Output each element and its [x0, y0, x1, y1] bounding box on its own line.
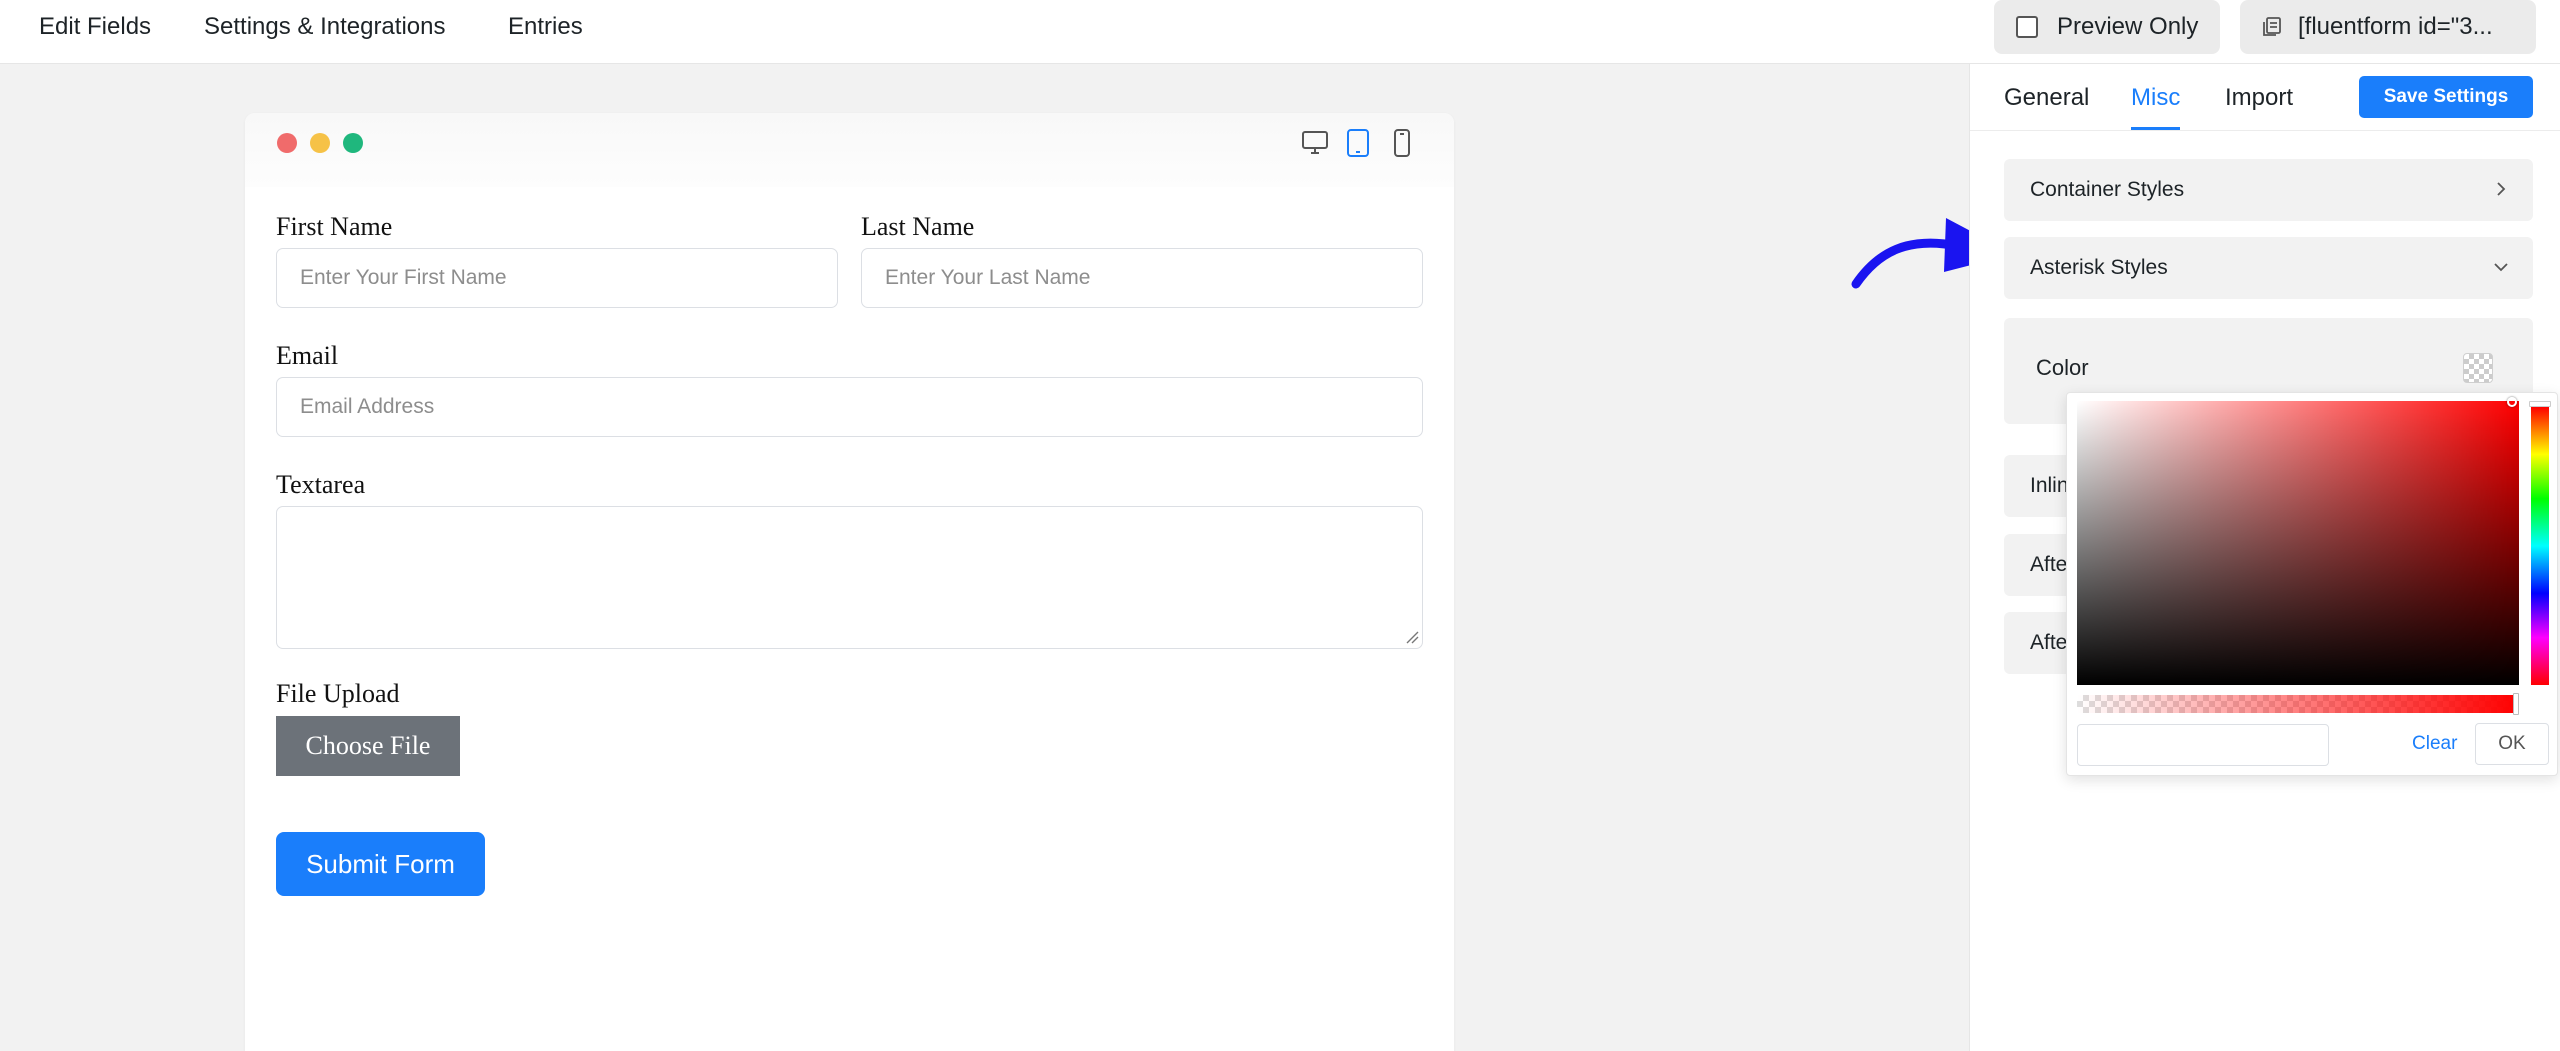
shortcode-label: [fluentform id="3...	[2298, 13, 2493, 40]
asterisk-styles-accordion[interactable]: Asterisk Styles	[2004, 237, 2533, 299]
container-styles-label: Container Styles	[2030, 178, 2185, 201]
color-label: Color	[2036, 355, 2089, 380]
tab-divider	[1970, 130, 2560, 131]
asterisk-styles-label: Asterisk Styles	[2030, 256, 2168, 279]
chevron-down-icon	[2494, 263, 2508, 272]
tab-misc[interactable]: Misc	[2131, 84, 2180, 112]
preview-only-toggle[interactable]: Preview Only	[1994, 0, 2220, 54]
save-settings-button[interactable]: Save Settings	[2359, 76, 2533, 118]
mobile-icon[interactable]	[1392, 128, 1412, 158]
window-close-dot	[277, 133, 297, 153]
textarea-label: Textarea	[276, 470, 366, 499]
window-minimize-dot	[310, 133, 330, 153]
color-picker-popup: Clear OK	[2066, 392, 2558, 776]
tablet-icon[interactable]	[1346, 128, 1370, 158]
last-name-input[interactable]	[861, 248, 1423, 308]
color-swatch-button[interactable]	[2463, 353, 2493, 383]
copy-icon	[2263, 17, 2281, 36]
email-label: Email	[276, 341, 339, 370]
shortcode-copy-button[interactable]: [fluentform id="3...	[2240, 0, 2536, 54]
nav-settings-integrations[interactable]: Settings & Integrations	[204, 13, 445, 41]
saturation-value-panel[interactable]	[2077, 401, 2519, 685]
window-maximize-dot	[343, 133, 363, 153]
choose-file-button[interactable]: Choose File	[276, 716, 460, 776]
resize-grip-icon[interactable]	[1405, 630, 1419, 644]
color-hex-input[interactable]	[2077, 724, 2329, 766]
preview-window-header	[245, 113, 1454, 187]
alpha-thumb[interactable]	[2513, 693, 2519, 715]
first-name-input[interactable]	[276, 248, 838, 308]
alpha-slider[interactable]	[2077, 695, 2519, 713]
chevron-right-icon	[2497, 182, 2506, 196]
desktop-icon[interactable]	[1301, 128, 1329, 156]
nav-entries[interactable]: Entries	[508, 13, 583, 41]
saturation-handle[interactable]	[2507, 397, 2517, 407]
clear-color-button[interactable]: Clear	[2412, 733, 2457, 755]
file-upload-label: File Upload	[276, 679, 400, 708]
top-bar: Edit Fields Settings & Integrations Entr…	[0, 0, 2560, 64]
submit-form-button[interactable]: Submit Form	[276, 832, 485, 896]
last-name-label: Last Name	[861, 212, 975, 241]
hue-thumb[interactable]	[2529, 401, 2551, 407]
email-input[interactable]	[276, 377, 1423, 437]
textarea-input[interactable]	[276, 506, 1423, 649]
form-preview-card: First Name Last Name Email Textarea File…	[245, 113, 1454, 1051]
preview-only-label: Preview Only	[2057, 13, 2199, 40]
first-name-label: First Name	[276, 212, 393, 241]
tab-import[interactable]: Import	[2225, 84, 2293, 112]
nav-edit-fields[interactable]: Edit Fields	[39, 13, 151, 41]
preview-checkbox[interactable]	[2016, 16, 2038, 38]
ok-color-button[interactable]: OK	[2475, 723, 2549, 765]
container-styles-accordion[interactable]: Container Styles	[2004, 159, 2533, 221]
hue-slider[interactable]	[2531, 407, 2549, 685]
tab-general[interactable]: General	[2004, 84, 2089, 112]
